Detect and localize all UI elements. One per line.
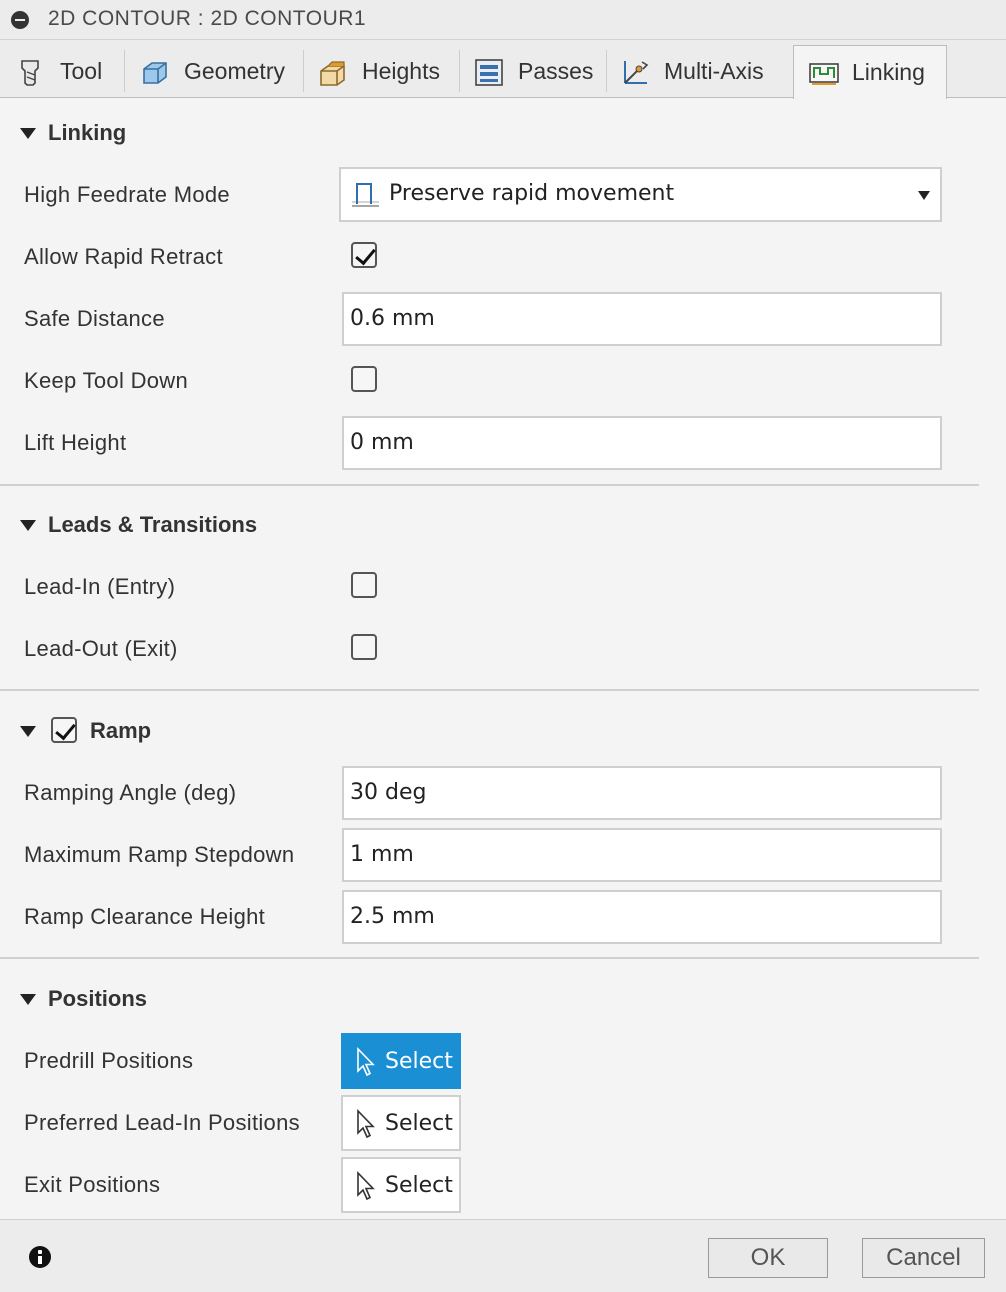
section-linking-header[interactable]: Linking <box>0 113 1006 153</box>
safe-distance-label: Safe Distance <box>24 306 165 331</box>
select-label: Select <box>385 1049 453 1074</box>
info-icon[interactable] <box>29 1246 51 1268</box>
max-ramp-stepdown-input[interactable]: 1 mm <box>342 828 942 882</box>
collapse-triangle-icon[interactable] <box>20 994 36 1005</box>
collapse-icon[interactable] <box>11 11 29 29</box>
lift-height-input[interactable]: 0 mm <box>342 416 942 470</box>
section-title: Ramp <box>90 718 152 743</box>
exit-select-button[interactable]: Select <box>341 1157 461 1213</box>
ramp-clearance-height-label: Ramp Clearance Height <box>24 904 266 929</box>
passes-icon <box>474 57 504 87</box>
tab-bar: Tool Geometry Heights Passes Multi-Axis … <box>0 40 1006 99</box>
high-feedrate-mode-label: High Feedrate Mode <box>24 182 230 207</box>
tab-heights[interactable]: Heights <box>318 45 440 98</box>
tab-label: Heights <box>362 58 440 84</box>
tab-geometry[interactable]: Geometry <box>140 45 285 98</box>
lift-height-label: Lift Height <box>24 430 127 455</box>
collapse-triangle-icon[interactable] <box>20 520 36 531</box>
rapid-movement-icon <box>352 183 379 207</box>
linking-icon <box>808 58 839 88</box>
ramping-angle-input[interactable]: 30 deg <box>342 766 942 820</box>
heights-icon <box>318 57 348 87</box>
tab-label: Geometry <box>184 58 285 84</box>
keep-tool-down-checkbox[interactable] <box>351 366 377 392</box>
dialog-title: 2D CONTOUR : 2D CONTOUR1 <box>48 7 367 30</box>
tab-label: Multi-Axis <box>664 58 764 84</box>
ok-button[interactable]: OK <box>708 1238 828 1278</box>
tab-label: Passes <box>518 58 594 84</box>
cursor-arrow-icon <box>357 1047 375 1077</box>
collapse-triangle-icon[interactable] <box>20 726 36 737</box>
preferred-lead-in-positions-label: Preferred Lead-In Positions <box>24 1110 300 1135</box>
cursor-arrow-icon <box>357 1109 375 1139</box>
section-divider <box>0 957 979 959</box>
section-title: Positions <box>48 986 148 1011</box>
ramping-angle-label: Ramping Angle (deg) <box>24 780 237 805</box>
title-bar: 2D CONTOUR : 2D CONTOUR1 <box>0 0 1006 40</box>
lead-out-label: Lead-Out (Exit) <box>24 636 178 661</box>
high-feedrate-mode-value: Preserve rapid movement <box>389 181 675 206</box>
section-ramp-header[interactable]: Ramp <box>0 711 1006 751</box>
section-leads-header[interactable]: Leads & Transitions <box>0 505 1006 545</box>
cursor-arrow-icon <box>357 1171 375 1201</box>
collapse-triangle-icon[interactable] <box>20 128 36 139</box>
tab-label: Tool <box>60 58 103 84</box>
section-divider <box>0 689 979 691</box>
tab-multi-axis[interactable]: Multi-Axis <box>620 45 764 98</box>
lead-in-label: Lead-In (Entry) <box>24 574 176 599</box>
dialog-footer: OK Cancel <box>0 1219 1006 1292</box>
chevron-down-icon <box>918 191 930 200</box>
ramp-enabled-checkbox[interactable] <box>51 717 77 743</box>
allow-rapid-retract-label: Allow Rapid Retract <box>24 244 223 269</box>
lead-in-checkbox[interactable] <box>351 572 377 598</box>
tab-divider <box>459 50 460 92</box>
predrill-positions-label: Predrill Positions <box>24 1048 194 1073</box>
preferred-lead-in-select-button[interactable]: Select <box>341 1095 461 1151</box>
keep-tool-down-label: Keep Tool Down <box>24 368 189 393</box>
tab-passes[interactable]: Passes <box>474 45 593 98</box>
exit-positions-label: Exit Positions <box>24 1172 161 1197</box>
select-label: Select <box>385 1111 453 1136</box>
high-feedrate-mode-select[interactable]: Preserve rapid movement <box>339 167 942 222</box>
allow-rapid-retract-checkbox[interactable] <box>351 242 377 268</box>
geometry-icon <box>140 57 170 87</box>
tab-divider <box>124 50 125 92</box>
cancel-button[interactable]: Cancel <box>862 1238 985 1278</box>
section-divider <box>0 484 979 486</box>
tool-icon <box>16 57 46 87</box>
section-title: Linking <box>48 120 127 145</box>
section-positions-header[interactable]: Positions <box>0 979 1006 1019</box>
select-label: Select <box>385 1173 453 1198</box>
tab-label: Linking <box>852 59 925 85</box>
tab-tool[interactable]: Tool <box>16 45 102 98</box>
safe-distance-input[interactable]: 0.6 mm <box>342 292 942 346</box>
tab-divider <box>606 50 607 92</box>
ramp-clearance-height-input[interactable]: 2.5 mm <box>342 890 942 944</box>
multi-axis-icon <box>620 57 650 87</box>
lead-out-checkbox[interactable] <box>351 634 377 660</box>
tab-divider <box>303 50 304 92</box>
max-ramp-stepdown-label: Maximum Ramp Stepdown <box>24 842 295 867</box>
section-title: Leads & Transitions <box>48 512 258 537</box>
predrill-select-button[interactable]: Select <box>341 1033 461 1089</box>
tab-linking[interactable]: Linking <box>793 45 947 99</box>
